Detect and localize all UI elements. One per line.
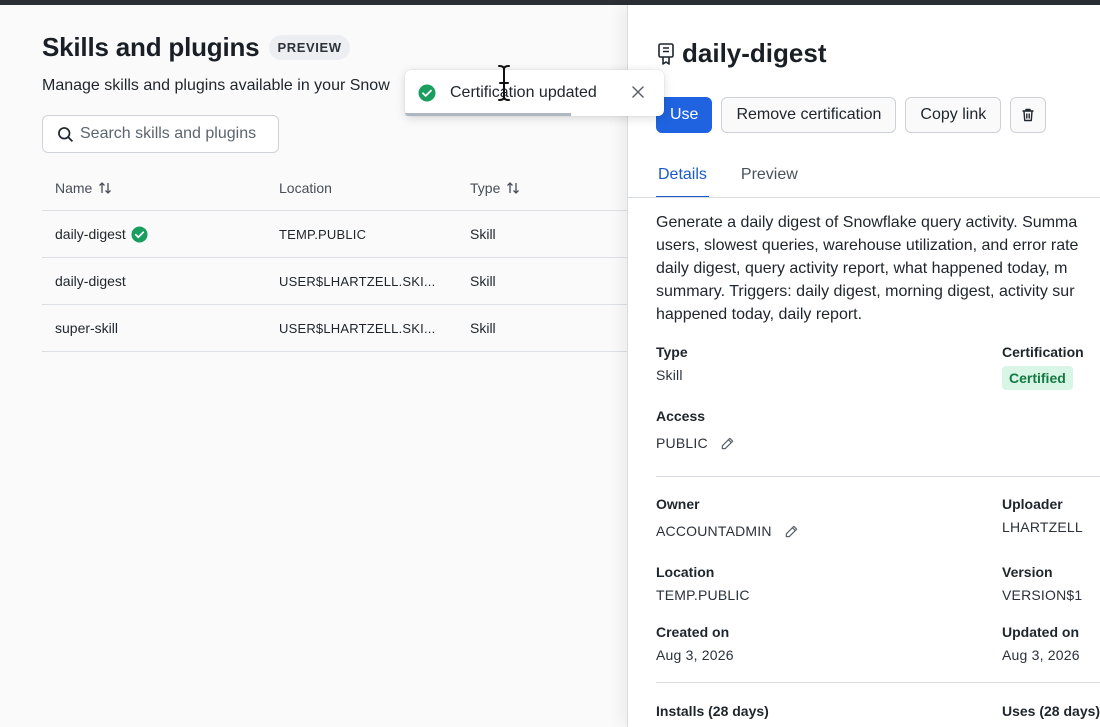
uploader-value: LHARTZELL xyxy=(1002,519,1083,535)
close-icon[interactable] xyxy=(630,84,646,100)
row-name-cell: daily-digest xyxy=(42,225,279,243)
skills-table: Name Location Type daily-digest TEMP.PUB… xyxy=(42,165,627,352)
access-value-row: PUBLIC xyxy=(656,435,735,451)
toast-progress-bar xyxy=(405,113,664,116)
page-title: Skills and plugins xyxy=(42,32,260,62)
certified-check-icon xyxy=(131,225,148,243)
owner-value-row: ACCOUNTADMIN xyxy=(656,523,799,539)
description-line: happened today, daily report. xyxy=(656,306,863,323)
delete-button[interactable] xyxy=(1010,97,1047,133)
tab-preview[interactable]: Preview xyxy=(739,156,800,198)
toast-notification: Certification updated xyxy=(405,70,664,116)
table-row[interactable]: super-skill USER$LHARTZELL.SKI... Skill xyxy=(42,305,627,352)
sort-icon xyxy=(99,181,112,194)
column-header-type[interactable]: Type xyxy=(470,180,627,196)
panel-title: daily-digest xyxy=(682,38,827,68)
column-header-name-label: Name xyxy=(55,179,93,196)
uploader-label: Uploader xyxy=(1002,496,1063,512)
edit-pencil-icon[interactable] xyxy=(784,524,799,539)
installs-label: Installs (28 days) xyxy=(656,703,769,719)
created-label: Created on xyxy=(656,624,730,640)
description-line: summary. Triggers: daily digest, morning… xyxy=(656,283,1075,300)
sort-icon xyxy=(507,181,520,194)
version-label: Version xyxy=(1002,564,1053,580)
toast-progress-fill xyxy=(405,113,571,116)
column-header-name[interactable]: Name xyxy=(42,180,279,196)
updated-label: Updated on xyxy=(1002,624,1079,640)
row-name: daily-digest xyxy=(55,273,126,289)
skill-certificate-icon xyxy=(658,42,674,65)
row-type: Skill xyxy=(470,320,496,336)
row-name: daily-digest xyxy=(55,226,126,242)
section-divider xyxy=(656,476,1100,477)
panel-tabs: Details Preview xyxy=(656,156,830,198)
created-value: Aug 3, 2026 xyxy=(656,647,734,663)
owner-label: Owner xyxy=(656,496,700,512)
owner-value: ACCOUNTADMIN xyxy=(656,523,772,539)
column-header-location-label: Location xyxy=(279,179,332,196)
type-label: Type xyxy=(656,344,688,360)
copy-link-button[interactable]: Copy link xyxy=(905,97,1002,133)
skill-detail-panel: daily-digest Use Remove certification Co… xyxy=(627,5,1100,727)
tab-details[interactable]: Details xyxy=(656,156,709,198)
table-row[interactable]: daily-digest TEMP.PUBLIC Skill xyxy=(42,211,627,258)
row-type: Skill xyxy=(470,273,496,289)
row-location: TEMP.PUBLIC xyxy=(279,226,367,242)
location-label: Location xyxy=(656,564,715,580)
table-header: Name Location Type xyxy=(42,165,627,211)
type-value: Skill xyxy=(656,367,683,383)
toast-message: Certification updated xyxy=(450,84,597,101)
page-subtitle: Manage skills and plugins available in y… xyxy=(42,77,390,94)
search-input[interactable] xyxy=(80,125,270,143)
updated-value: Aug 3, 2026 xyxy=(1002,647,1080,663)
row-name: super-skill xyxy=(55,320,119,336)
trash-icon xyxy=(1022,108,1034,122)
skill-description: Generate a daily digest of Snowflake que… xyxy=(656,211,1100,326)
page-header: Skills and plugins PREVIEW xyxy=(42,32,350,63)
search-box[interactable] xyxy=(42,115,279,153)
row-location: USER$LHARTZELL.SKI... xyxy=(279,320,436,336)
panel-actions: Use Remove certification Copy link xyxy=(656,97,1055,133)
table-row[interactable]: daily-digest USER$LHARTZELL.SKI... Skill xyxy=(42,258,627,305)
certified-badge: Certified xyxy=(1002,366,1073,390)
use-button[interactable]: Use xyxy=(656,97,713,133)
success-check-icon xyxy=(418,84,436,102)
description-line: daily digest, query activity report, wha… xyxy=(656,260,1068,277)
description-line: Generate a daily digest of Snowflake que… xyxy=(656,214,1078,231)
description-line: users, slowest queries, warehouse utiliz… xyxy=(656,237,1079,254)
row-type: Skill xyxy=(470,226,496,242)
column-header-type-label: Type xyxy=(470,179,501,196)
location-value: TEMP.PUBLIC xyxy=(656,587,750,603)
section-divider xyxy=(656,682,1100,683)
uses-label: Uses (28 days) xyxy=(1002,703,1100,719)
access-value: PUBLIC xyxy=(656,435,708,451)
preview-badge: PREVIEW xyxy=(269,35,350,60)
remove-certification-button[interactable]: Remove certification xyxy=(721,97,897,133)
edit-pencil-icon[interactable] xyxy=(720,436,735,451)
column-header-location: Location xyxy=(279,180,470,196)
access-label: Access xyxy=(656,408,706,424)
certification-label: Certification xyxy=(1002,344,1084,360)
text-cursor-icon xyxy=(498,65,510,101)
version-value: VERSION$1 xyxy=(1002,587,1083,603)
row-location: USER$LHARTZELL.SKI... xyxy=(279,273,436,289)
panel-header: daily-digest xyxy=(656,38,826,69)
search-icon xyxy=(58,126,74,142)
tabs-divider xyxy=(628,197,1100,198)
